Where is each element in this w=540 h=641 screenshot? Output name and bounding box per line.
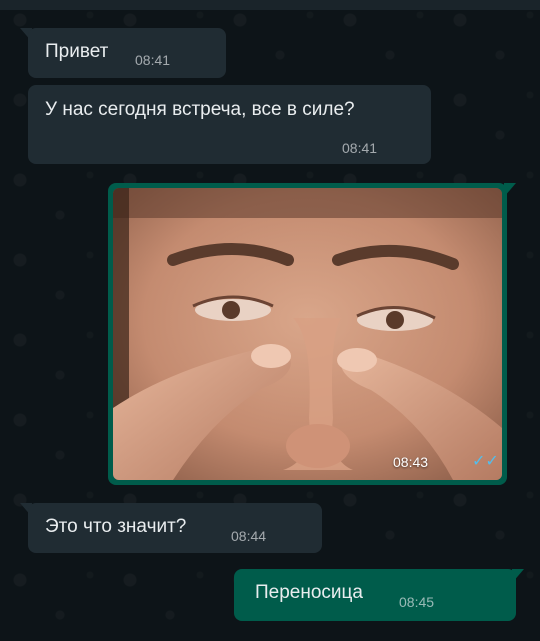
message-time: 08:45 <box>399 594 435 610</box>
message-text: Привет <box>45 41 109 62</box>
message-time: 08:44 <box>231 528 267 544</box>
message-time: 08:41 <box>135 52 171 68</box>
message-bubble-incoming[interactable]: Это что значит? 08:44 <box>28 503 322 553</box>
message-time: 08:41 <box>342 140 378 156</box>
photo-attachment[interactable] <box>113 188 502 480</box>
message-text: У нас сегодня встреча, все в силе? <box>45 99 355 120</box>
message-bubble-incoming[interactable]: Привет 08:41 <box>28 28 226 78</box>
message-text: Это что значит? <box>45 516 187 537</box>
top-bar-edge <box>0 0 540 10</box>
message-bubble-outgoing[interactable]: Переносица 08:45 <box>234 569 516 621</box>
message-bubble-incoming[interactable]: У нас сегодня встреча, все в силе? 08:41 <box>28 85 431 164</box>
message-text: Переносица <box>255 582 363 603</box>
message-time: 08:43 <box>393 454 429 470</box>
photo-person-pinching-nose-bridge <box>113 188 502 480</box>
read-checkmarks-icon: ✓✓ <box>472 451 499 470</box>
